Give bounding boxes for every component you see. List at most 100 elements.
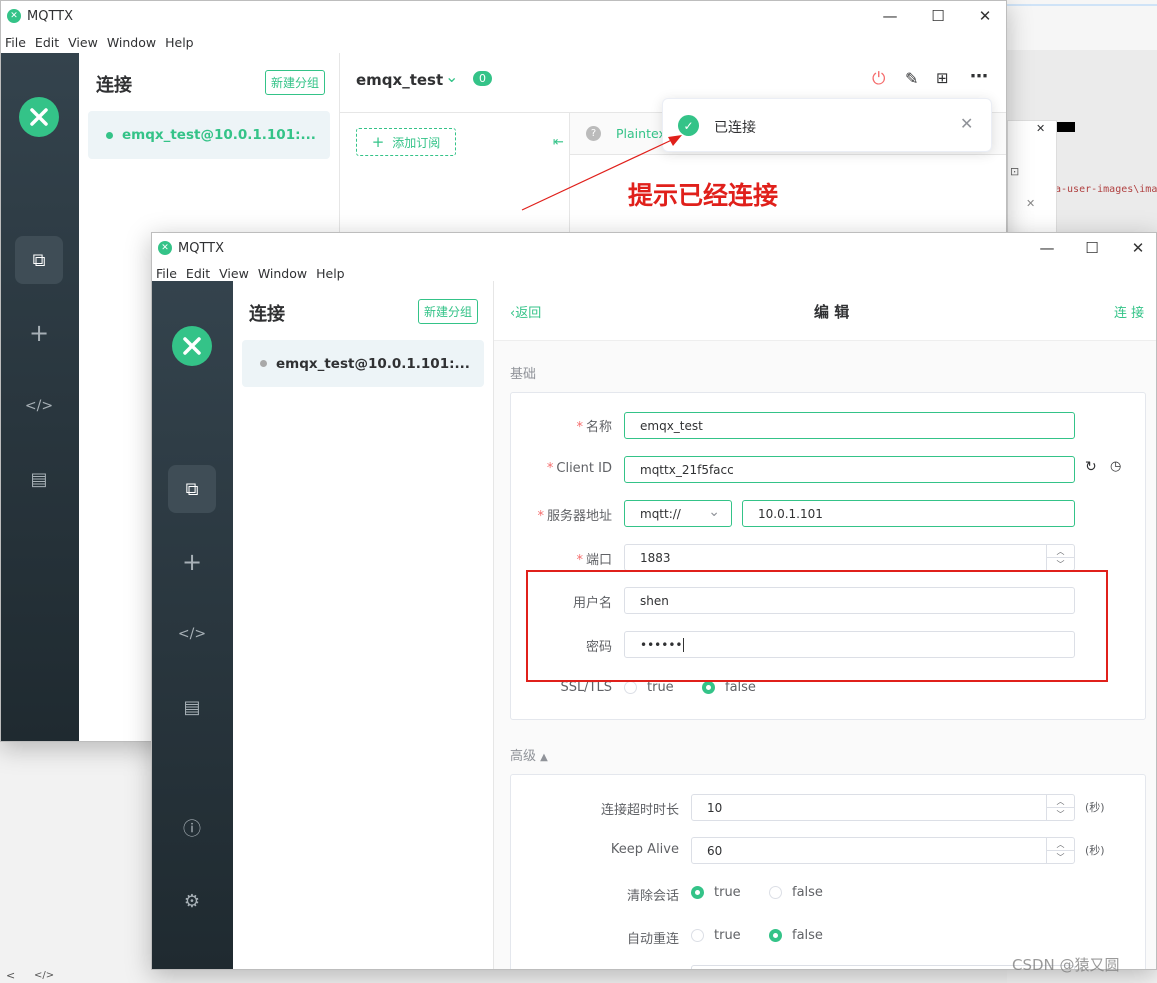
connections-icon[interactable]: ⧉: [168, 465, 216, 513]
clock-icon[interactable]: ◷: [1110, 459, 1121, 474]
connections-title: 连接: [249, 304, 285, 325]
keepalive-input[interactable]: 60 ︿ ﹀: [691, 837, 1075, 864]
menu-window[interactable]: Window: [258, 266, 307, 281]
edit-panel: ‹返回 编 辑 连 接 基础 * 名称 emqx_test * Client ID …: [494, 281, 1156, 969]
app-logo-icon: ✕: [7, 9, 21, 23]
script-icon[interactable]: </>: [168, 610, 216, 658]
menu-edit[interactable]: Edit: [186, 266, 210, 281]
menu-file[interactable]: File: [5, 35, 26, 50]
advanced-section-title[interactable]: 高级 ▲: [510, 745, 548, 764]
protocol-select[interactable]: mqtt:// ⌄: [624, 500, 732, 527]
sidebar: ⧉ + </> ▤: [1, 53, 79, 741]
reconnect-true-radio[interactable]: true: [691, 928, 741, 943]
radio-circle: [769, 886, 782, 899]
connection-item[interactable]: emqx_test@10.0.1.101:...: [88, 111, 330, 159]
ssl-true-radio[interactable]: true: [624, 680, 674, 695]
new-window-icon[interactable]: ⊞: [936, 69, 949, 87]
timeout-input[interactable]: 10 ︿ ﹀: [691, 794, 1075, 821]
keepalive-stepper[interactable]: ︿ ﹀: [1046, 838, 1074, 863]
chevron-up-icon: ︿: [1047, 838, 1074, 851]
about-icon[interactable]: ⓘ: [168, 804, 216, 852]
maximize-button[interactable]: ☐: [1069, 233, 1115, 263]
collapse-chevron-icon[interactable]: ⌄: [445, 67, 458, 86]
connection-header-title: emqx_test: [356, 71, 444, 89]
port-input[interactable]: 1883 ︿ ﹀: [624, 544, 1075, 571]
protocol-value: mqtt://: [640, 506, 681, 521]
front-window: ✕ MQTTX — ☐ ✕ File Edit View Window Help…: [151, 232, 1157, 970]
minimize-button[interactable]: —: [867, 1, 913, 31]
script-icon[interactable]: </>: [15, 382, 63, 430]
connected-toast: ✓ 已连接 ✕: [662, 98, 992, 152]
window-title: MQTTX: [178, 240, 225, 256]
add-icon[interactable]: +: [168, 538, 216, 586]
disconnect-icon[interactable]: ⏻: [872, 69, 885, 89]
chevron-down-icon: ⌄: [708, 504, 720, 520]
titlebar: ✕ MQTTX: [1, 1, 1006, 31]
close-icon: ✕: [1036, 122, 1046, 135]
ssl-label: SSL/TLS: [560, 680, 612, 695]
connect-button[interactable]: 连 接: [1114, 302, 1144, 321]
client-id-label: * Client ID: [546, 461, 612, 476]
minimize-button[interactable]: —: [1024, 233, 1070, 263]
add-icon[interactable]: +: [15, 309, 63, 357]
log-icon[interactable]: ▤: [15, 455, 63, 503]
close-button[interactable]: ✕: [962, 1, 1006, 31]
connections-icon[interactable]: ⧉: [15, 236, 63, 284]
auto-reconnect-label: 自动重连: [626, 932, 679, 947]
keepalive-value: 60: [707, 843, 723, 858]
app-logo-icon: ✕: [158, 241, 172, 255]
menu-window[interactable]: Window: [107, 35, 156, 50]
connection-item[interactable]: emqx_test@10.0.1.101:...: [242, 340, 484, 387]
keepalive-unit: (秒): [1085, 844, 1105, 857]
close-button[interactable]: ✕: [1115, 233, 1156, 263]
background-toolbar: [1007, 0, 1157, 6]
connection-list: 连接 新建分组 emqx_test@10.0.1.101:...: [233, 281, 494, 969]
chevron-down-icon: ﹀: [1056, 852, 1065, 862]
radio-circle: [702, 681, 715, 694]
clean-false-radio[interactable]: false: [769, 885, 823, 900]
chevron-up-icon: ︿: [1047, 795, 1074, 808]
menu-view[interactable]: View: [219, 266, 249, 281]
menu-edit[interactable]: Edit: [35, 35, 59, 50]
more-icon[interactable]: ⋯: [970, 66, 988, 87]
menu-help[interactable]: Help: [316, 266, 345, 281]
reconnect-false-radio[interactable]: false: [769, 928, 823, 943]
radio-circle: [691, 886, 704, 899]
maximize-button[interactable]: ☐: [915, 1, 961, 31]
edit-icon[interactable]: ✎: [905, 69, 918, 88]
port-stepper[interactable]: ︿ ﹀: [1046, 545, 1074, 570]
status-dot: [106, 131, 113, 139]
plus-icon: +: [371, 133, 385, 151]
annotation-text: 提示已经连接: [628, 181, 779, 210]
log-icon[interactable]: ▤: [168, 683, 216, 731]
menu-file[interactable]: File: [156, 266, 177, 281]
titlebar: ✕ MQTTX: [152, 233, 1156, 263]
close-icon: ✕: [1026, 197, 1036, 210]
settings-gear-icon[interactable]: ⚙: [168, 877, 216, 925]
host-input[interactable]: 10.0.1.101: [742, 500, 1075, 527]
watermark: CSDN @猿又圆: [1012, 956, 1120, 974]
clean-true-radio[interactable]: true: [691, 885, 741, 900]
edit-header: ‹返回 编 辑 连 接: [494, 281, 1156, 341]
refresh-icon[interactable]: ↻: [1085, 459, 1097, 475]
caret-up-icon: ▲: [540, 752, 548, 763]
basic-section-title: 基础: [510, 367, 537, 382]
menu-help[interactable]: Help: [165, 35, 194, 50]
timeout-stepper[interactable]: ︿ ﹀: [1046, 795, 1074, 820]
name-input[interactable]: emqx_test: [624, 412, 1075, 439]
new-group-button[interactable]: 新建分组: [265, 70, 326, 95]
add-subscription-button[interactable]: + 添加订阅: [356, 128, 456, 156]
page-title: 编 辑: [814, 303, 850, 321]
menubar: File Edit View Window Help: [1, 31, 1006, 53]
client-id-input[interactable]: mqttx_21f5facc: [624, 456, 1075, 483]
ssl-false-radio[interactable]: false: [702, 680, 756, 695]
port-value: 1883: [640, 550, 671, 565]
toast-text: 已连接: [714, 120, 756, 136]
menu-view[interactable]: View: [68, 35, 98, 50]
toast-close-icon[interactable]: ✕: [960, 114, 973, 133]
connection-item-label: emqx_test@10.0.1.101:...: [122, 127, 316, 143]
back-link[interactable]: ‹返回: [510, 302, 541, 321]
new-group-button[interactable]: 新建分组: [418, 299, 479, 324]
background-mini-window: ✕ ⊡ ✕: [1007, 120, 1057, 235]
window-icon: ⊡: [1010, 165, 1020, 178]
